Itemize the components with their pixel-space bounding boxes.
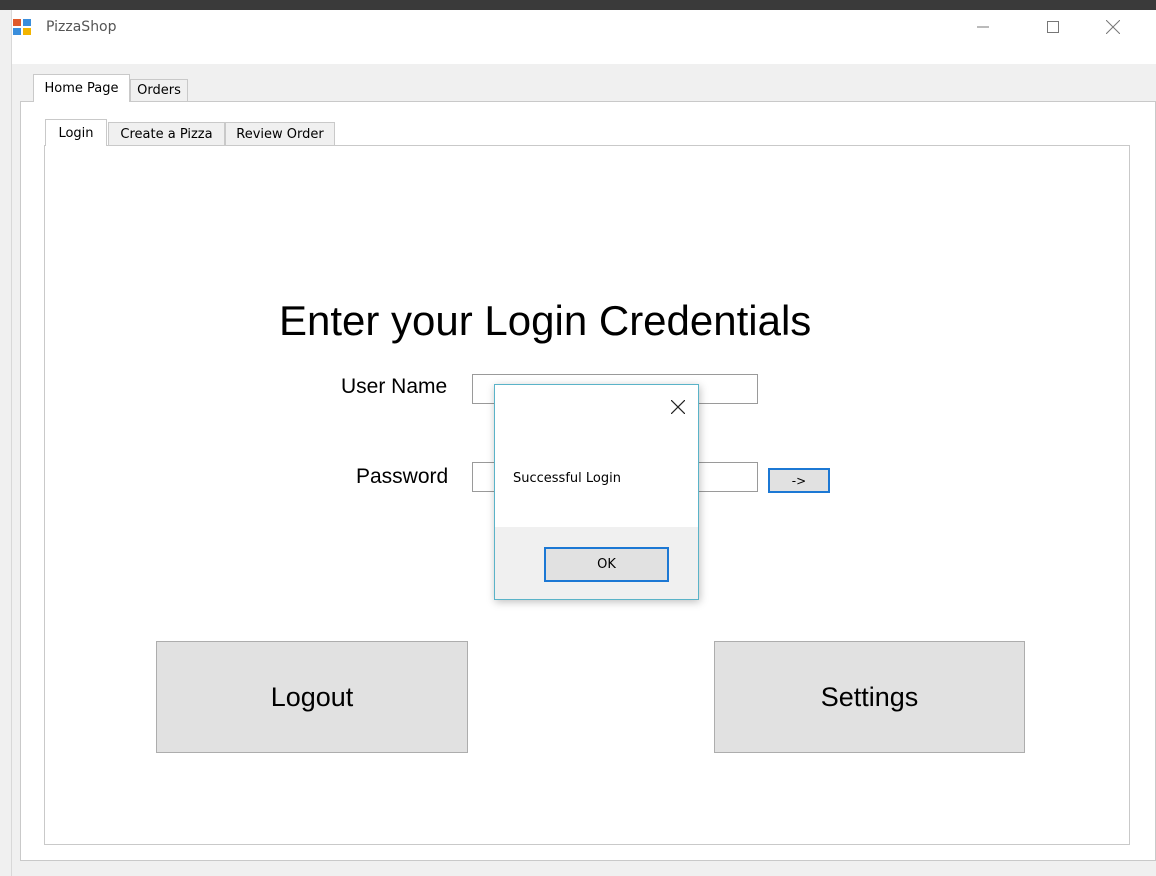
ok-button[interactable]: OK — [544, 547, 669, 582]
tab-login[interactable]: Login — [45, 119, 107, 146]
minimize-button[interactable] — [960, 10, 1006, 44]
login-heading: Enter your Login Credentials — [279, 297, 812, 344]
close-icon — [1106, 20, 1120, 34]
desktop-background-strip — [0, 0, 1156, 10]
window-close-button[interactable] — [1090, 10, 1136, 44]
maximize-button[interactable] — [1030, 10, 1076, 44]
minimize-icon — [977, 26, 989, 28]
maximize-icon — [1047, 21, 1059, 33]
window-title: PizzaShop — [46, 19, 117, 35]
settings-button[interactable]: Settings — [714, 641, 1025, 753]
tab-home-page[interactable]: Home Page — [33, 74, 130, 102]
close-icon — [671, 400, 685, 414]
password-label: Password — [356, 465, 449, 488]
dialog-footer: OK — [495, 527, 698, 599]
username-label: User Name — [341, 375, 448, 398]
app-icon — [12, 18, 32, 36]
tab-orders[interactable]: Orders — [130, 79, 188, 101]
dialog-close-button[interactable] — [666, 395, 690, 419]
adjacent-window-edge — [0, 10, 12, 876]
message-dialog: Successful Login OK — [494, 384, 699, 600]
dialog-message: Successful Login — [513, 471, 621, 486]
logout-button[interactable]: Logout — [156, 641, 468, 753]
tab-review-order[interactable]: Review Order — [225, 122, 335, 145]
tab-create-a-pizza[interactable]: Create a Pizza — [108, 122, 225, 145]
submit-login-button[interactable]: -> — [768, 468, 830, 493]
